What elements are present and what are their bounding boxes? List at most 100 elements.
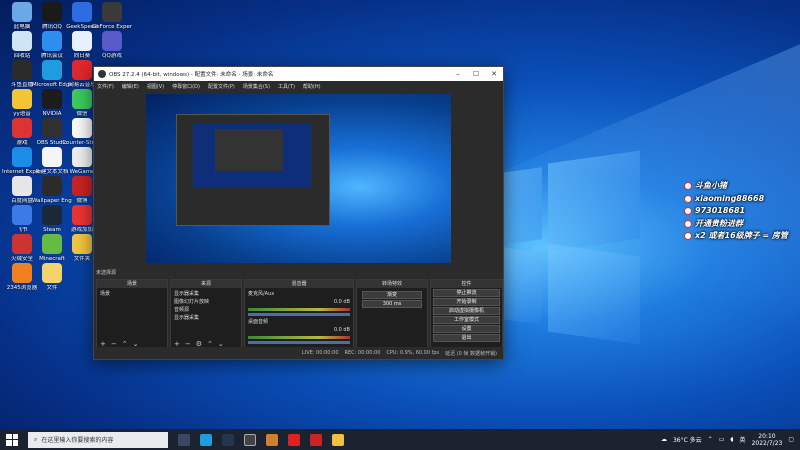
overlay-text: x2 或者16级牌子 = 房管 bbox=[695, 231, 788, 240]
volume-slider[interactable] bbox=[248, 313, 350, 316]
menu-profile[interactable]: 配置文件(P) bbox=[208, 83, 235, 90]
clock-time: 20:10 bbox=[758, 432, 776, 440]
delay-status: 延迟 (0 帧 数据帧开销) bbox=[445, 350, 497, 357]
nested-preview-inner bbox=[215, 129, 283, 171]
overlay-text: 973018681 bbox=[695, 206, 746, 215]
netease-taskbar-icon[interactable] bbox=[288, 433, 300, 446]
taskbar-search[interactable]: ⌕ 在这里输入你要搜索的内容 bbox=[28, 431, 168, 448]
app-icon bbox=[12, 2, 32, 22]
mixer-channel-level: 0.0 dB bbox=[333, 327, 350, 333]
close-icon[interactable]: ✕ bbox=[485, 67, 503, 81]
menu-scene-collection[interactable]: 场景集合(S) bbox=[243, 83, 270, 90]
rec-status: REC: 00:00:00 bbox=[344, 350, 381, 356]
app-icon bbox=[72, 234, 92, 254]
scene-item[interactable]: 场景 bbox=[100, 290, 164, 298]
overlay-line: 开通贵粉进群 bbox=[684, 218, 788, 231]
stop-streaming-button[interactable]: 停止推流 bbox=[433, 289, 500, 297]
transition-select[interactable]: 渐变 bbox=[362, 291, 422, 299]
desktop-icon-label: 文件 bbox=[46, 285, 58, 291]
wallpaper-logo-pane bbox=[548, 150, 640, 252]
menu-tools[interactable]: 工具(T) bbox=[278, 83, 295, 90]
app-icon bbox=[42, 89, 62, 109]
nested-preview bbox=[193, 123, 311, 187]
menu-help[interactable]: 帮助(H) bbox=[303, 83, 321, 90]
transition-duration[interactable]: 300 ms bbox=[362, 300, 422, 308]
nested-obs-window bbox=[176, 114, 330, 226]
scenes-list: 场景 bbox=[97, 288, 167, 300]
steam-taskbar-icon[interactable] bbox=[222, 433, 234, 446]
app-icon bbox=[12, 147, 32, 167]
studio-mode-button[interactable]: 工作室模式 bbox=[433, 316, 500, 324]
notification-icon[interactable]: ▢ bbox=[788, 436, 794, 443]
controls-dock: 控件 停止推流 开始录制 启动虚拟摄像机 工作室模式 设置 退出 bbox=[430, 279, 503, 349]
source-item[interactable]: 图像幻灯片放映 bbox=[174, 298, 238, 306]
virtual-camera-button[interactable]: 启动虚拟摄像机 bbox=[433, 307, 500, 315]
obs-window[interactable]: OBS 27.2.4 (64-bit, windows) - 配置文件: 未命名… bbox=[93, 66, 504, 360]
menu-docks[interactable]: 停靠窗口(D) bbox=[172, 83, 200, 90]
app-icon bbox=[102, 31, 122, 51]
scenes-dock: 场景 场景 + − ⌃ ⌄ bbox=[96, 279, 168, 349]
search-placeholder: 在这里输入你要搜索的内容 bbox=[41, 437, 114, 444]
volume-slider[interactable] bbox=[248, 341, 350, 344]
overlay-text: 斗鱼小猪 bbox=[695, 181, 727, 190]
maximize-icon[interactable]: ☐ bbox=[467, 67, 485, 81]
desktop-icon[interactable]: QQ游戏 bbox=[92, 31, 132, 59]
app-icon bbox=[42, 147, 62, 167]
sources-dock: 来源 显示器采集 图像幻灯片放映 音频源 显示器采集 + − ⚙ ⌃ ⌄ bbox=[170, 279, 242, 349]
settings-button[interactable]: 设置 bbox=[433, 325, 500, 333]
transitions-dock: 转场特效 渐变 300 ms bbox=[356, 279, 428, 349]
desktop-icon[interactable]: GeForce Experience bbox=[92, 2, 132, 30]
obs-logo-icon bbox=[98, 70, 106, 78]
app-taskbar-icon[interactable] bbox=[266, 433, 278, 446]
start-recording-button[interactable]: 开始录制 bbox=[433, 298, 500, 306]
tray-chevron-icon[interactable]: ⌃ bbox=[708, 436, 713, 443]
source-item[interactable]: 显示器采集 bbox=[174, 290, 238, 298]
weather-icon[interactable]: ☁ bbox=[661, 436, 667, 443]
app-icon bbox=[12, 263, 32, 283]
weather-text[interactable]: 36°C 多云 bbox=[673, 435, 702, 444]
task-view-icon[interactable] bbox=[178, 433, 190, 446]
mixer-channels: 麦克风/Aux 0.0 dB 桌面音频 0.0 dB bbox=[245, 288, 353, 348]
desktop-icon[interactable]: 文件 bbox=[32, 263, 72, 291]
source-item[interactable]: 显示器采集 bbox=[174, 314, 238, 322]
obs-window-title: OBS 27.2.4 (64-bit, windows) - 配置文件: 未命名… bbox=[109, 72, 274, 78]
edge-taskbar-icon[interactable] bbox=[200, 433, 212, 446]
overlay-text: 开通贵粉进群 bbox=[695, 218, 743, 228]
app-icon bbox=[72, 60, 92, 80]
sources-list: 显示器采集 图像幻灯片放映 音频源 显示器采集 bbox=[171, 288, 241, 324]
menu-view[interactable]: 视图(V) bbox=[147, 83, 164, 90]
app-icon bbox=[42, 205, 62, 225]
network-icon[interactable]: ▭ bbox=[719, 436, 725, 443]
badge-icon bbox=[684, 232, 692, 241]
clock-date: 2022/7/23 bbox=[751, 439, 783, 447]
scenes-dock-title: 场景 bbox=[97, 280, 167, 288]
app-icon bbox=[72, 31, 92, 51]
menu-file[interactable]: 文件(F) bbox=[97, 83, 114, 90]
volume-meter bbox=[248, 308, 350, 311]
app-icon bbox=[12, 60, 32, 80]
exit-button[interactable]: 退出 bbox=[433, 334, 500, 342]
obs-taskbar-icon[interactable] bbox=[244, 433, 256, 446]
folder-taskbar-icon[interactable] bbox=[332, 433, 344, 446]
language-indicator[interactable]: 英 bbox=[740, 435, 746, 444]
source-item[interactable]: 音频源 bbox=[174, 306, 238, 314]
mixer-channel-label: 麦克风/Aux bbox=[248, 291, 275, 297]
wallpaper-logo-pane bbox=[502, 167, 542, 245]
app-icon bbox=[42, 60, 62, 80]
wallpaper-logo-pane bbox=[548, 243, 640, 345]
clock[interactable]: 20:10 2022/7/23 bbox=[752, 433, 783, 447]
app-icon bbox=[42, 31, 62, 51]
obs-preview[interactable] bbox=[146, 94, 451, 263]
app-taskbar-icon[interactable] bbox=[310, 433, 322, 446]
app-icon bbox=[12, 205, 32, 225]
app-icon bbox=[42, 263, 62, 283]
search-icon: ⌕ bbox=[34, 435, 38, 443]
menu-edit[interactable]: 编辑(E) bbox=[122, 83, 139, 90]
volume-icon[interactable]: ◖ bbox=[730, 436, 733, 443]
minimize-icon[interactable]: – bbox=[449, 67, 467, 81]
app-icon bbox=[12, 89, 32, 109]
start-button[interactable] bbox=[6, 433, 18, 446]
obs-titlebar[interactable]: OBS 27.2.4 (64-bit, windows) - 配置文件: 未命名… bbox=[94, 67, 503, 81]
controls-dock-title: 控件 bbox=[431, 280, 502, 288]
overlay-line: 斗鱼小猪 bbox=[684, 180, 788, 193]
